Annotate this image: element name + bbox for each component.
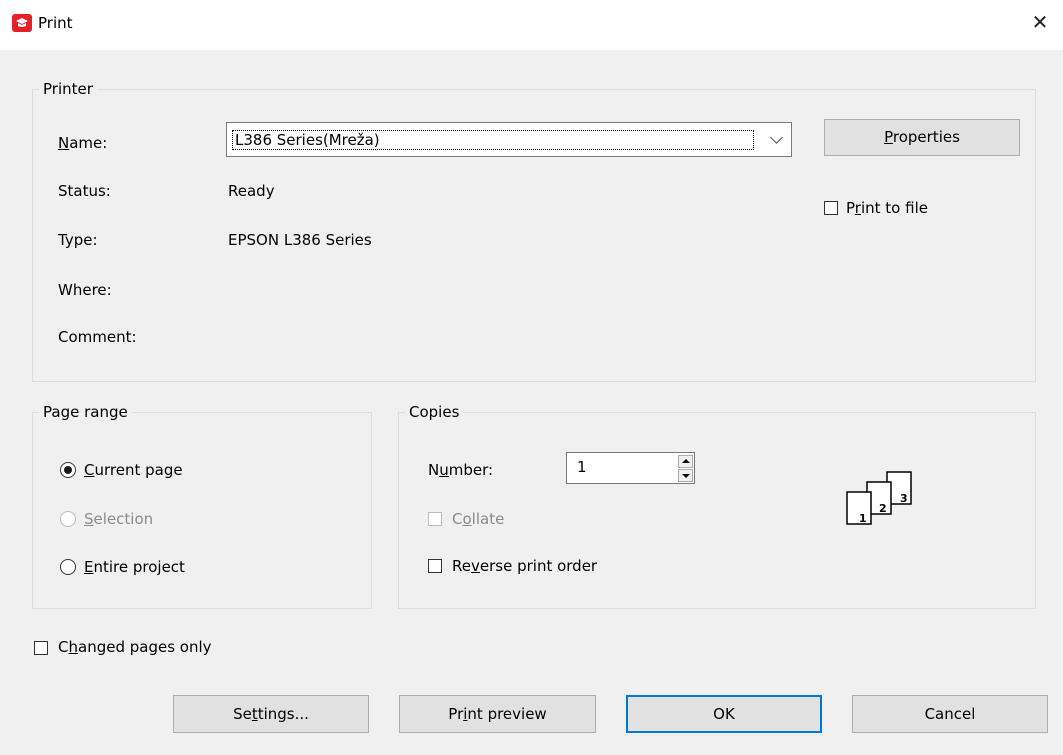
copies-number-stepper[interactable]: 1 xyxy=(566,452,695,484)
changed-pages-label[interactable]: Changed pages only xyxy=(58,638,212,656)
selection-radio[interactable] xyxy=(60,511,76,527)
current-page-radio[interactable] xyxy=(60,462,76,478)
settings-button[interactable]: Settings... xyxy=(173,695,369,733)
name-label: Name: xyxy=(58,134,108,152)
page-range-group: Page range xyxy=(32,403,372,609)
print-to-file-label[interactable]: Print to file xyxy=(846,199,928,217)
page-number-2: 2 xyxy=(879,502,887,515)
where-label: Where: xyxy=(58,281,112,299)
printer-name-select[interactable]: L386 Series(Mreža) xyxy=(226,122,792,157)
comment-label: Comment: xyxy=(58,328,137,346)
copies-legend: Copies xyxy=(409,403,460,421)
collate-checkbox[interactable] xyxy=(428,512,442,526)
reverse-order-label[interactable]: Reverse print order xyxy=(452,557,597,575)
properties-button[interactable]: Properties xyxy=(824,119,1020,156)
entire-project-radio[interactable] xyxy=(60,559,76,575)
window-title: Print xyxy=(38,14,73,32)
printer-name-value: L386 Series(Mreža) xyxy=(232,130,754,150)
type-label: Type: xyxy=(58,231,98,249)
page-icon-1: 1 xyxy=(846,491,872,525)
copies-number-value: 1 xyxy=(577,458,587,476)
collate-pages-icon: 3 2 1 xyxy=(846,471,912,525)
changed-pages-checkbox[interactable] xyxy=(34,641,48,655)
printer-legend: Printer xyxy=(43,80,93,98)
increment-arrow-icon[interactable] xyxy=(678,455,693,468)
type-value: EPSON L386 Series xyxy=(228,231,372,249)
chevron-down-icon xyxy=(770,131,783,144)
cancel-button[interactable]: Cancel xyxy=(852,695,1048,733)
status-label: Status: xyxy=(58,182,111,200)
reverse-order-checkbox[interactable] xyxy=(428,559,442,573)
print-to-file-checkbox[interactable] xyxy=(824,201,838,215)
close-icon[interactable]: ✕ xyxy=(1017,0,1063,44)
selection-label: Selection xyxy=(84,510,154,528)
entire-project-label[interactable]: Entire project xyxy=(84,558,185,576)
page-number-3: 3 xyxy=(900,492,908,505)
title-bar: Print ✕ xyxy=(0,0,1063,50)
number-label: Number: xyxy=(428,461,494,479)
page-number-1: 1 xyxy=(859,512,867,525)
app-icon xyxy=(12,14,32,32)
ok-button[interactable]: OK xyxy=(626,695,822,733)
copies-group: Copies xyxy=(398,403,1036,609)
print-preview-button[interactable]: Print preview xyxy=(399,695,596,733)
page-range-legend: Page range xyxy=(43,403,128,421)
status-value: Ready xyxy=(228,182,275,200)
collate-label: Collate xyxy=(452,510,505,528)
current-page-label[interactable]: Current page xyxy=(84,461,183,479)
decrement-arrow-icon[interactable] xyxy=(678,469,693,482)
